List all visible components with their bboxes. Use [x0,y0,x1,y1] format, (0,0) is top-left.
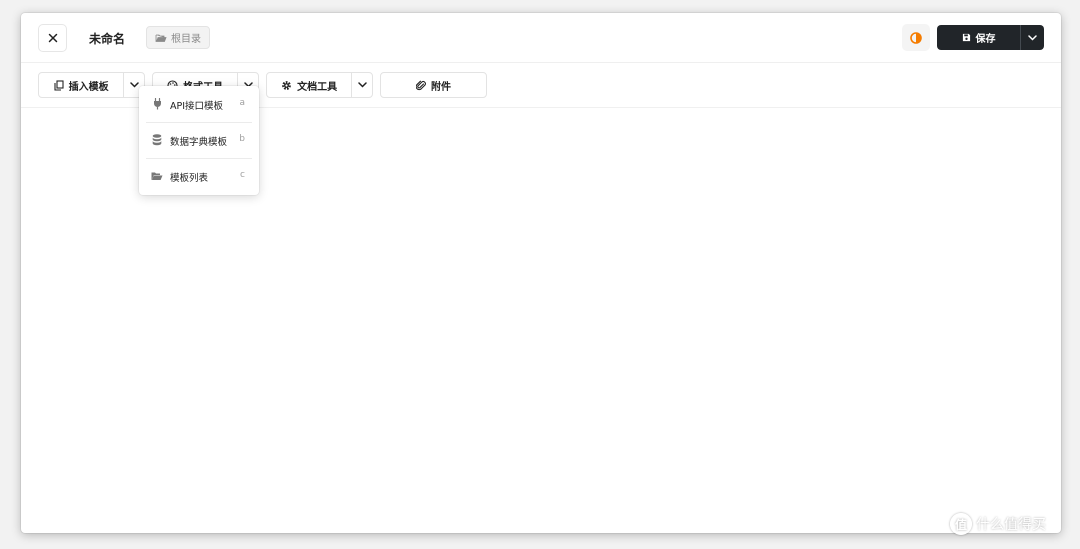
menu-item-api-template[interactable]: API接口模板 a [139,86,259,122]
attachment-button-content: 附件 [416,73,451,97]
save-label: 保存 [975,34,996,45]
menu-item-shortcut: c [240,170,245,180]
doc-tools-group: 文档工具 [266,72,373,98]
document-title[interactable]: 未命名 [89,30,125,47]
editor-header: 未命名 根目录 保存 [21,13,1061,63]
doc-tools-button[interactable]: 文档工具 [267,73,351,97]
floppy-disk-icon [962,33,970,42]
database-icon [151,134,163,146]
menu-item-label: 数据字典模板 [170,137,228,148]
folder-label: 根目录 [171,34,201,45]
chevron-down-icon [129,82,139,88]
menu-item-label: 模板列表 [170,173,209,184]
close-button[interactable] [38,24,67,52]
doc-tools-label: 文档工具 [297,81,338,93]
save-button[interactable]: 保存 [937,25,1020,50]
menu-item-shortcut: b [239,134,245,144]
menu-item-data-dictionary-template[interactable]: 数据字典模板 b [139,122,259,158]
menu-item-shortcut: a [239,98,245,108]
chevron-down-icon [357,82,367,88]
copy-icon [54,79,64,91]
attachment-button[interactable]: 附件 [380,72,487,98]
folder-selector[interactable]: 根目录 [146,26,210,49]
attachment-label: 附件 [431,81,451,93]
folder-open-icon [151,170,163,182]
insert-template-menu: API接口模板 a 数据字典模板 b 模板列表 c [139,86,259,195]
close-icon [48,33,57,43]
watermark-logo: 值 [950,513,972,535]
plug-icon [151,98,163,110]
paperclip-icon [416,80,426,90]
chevron-down-icon [1028,34,1037,41]
insert-template-label: 插入模板 [68,81,109,93]
folder-open-icon [155,34,167,42]
insert-template-button[interactable]: 插入模板 [39,73,123,97]
menu-item-label: API接口模板 [170,101,224,112]
contrast-icon [910,31,922,44]
watermark-text: 什么值得买 [976,517,1046,533]
theme-toggle-button[interactable] [902,24,930,51]
gear-icon [282,80,291,90]
menu-item-template-list[interactable]: 模板列表 c [139,158,259,194]
doc-tools-dropdown[interactable] [351,73,372,97]
editor-window: 未命名 根目录 保存 插入模板 文档工具 附件 API接口模板 a 数据字典模板… [21,13,1061,533]
save-options-dropdown[interactable] [1020,25,1044,50]
watermark: 值 什么值得买 [950,513,1046,535]
save-button-group: 保存 [937,25,1044,50]
insert-template-group: 插入模板 [38,72,145,98]
